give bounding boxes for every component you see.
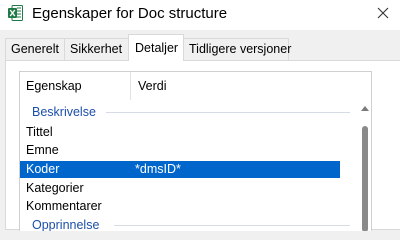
tab-tidligere-versjoner[interactable]: Tidligere versjoner	[183, 38, 291, 60]
tab-generelt[interactable]: Generelt	[5, 38, 65, 60]
property-name: Koder	[26, 162, 60, 176]
close-icon	[377, 7, 389, 19]
properties-list[interactable]: Egenskap Verdi Beskrivelse Tittel Emne K…	[19, 71, 372, 231]
group-divider	[106, 112, 350, 113]
column-header-egenskap[interactable]: Egenskap	[20, 72, 131, 100]
close-button[interactable]	[366, 0, 400, 26]
tab-strip: Generelt Sikkerhet Detaljer Tidligere ve…	[0, 34, 400, 61]
property-row-tittel[interactable]: Tittel	[20, 124, 340, 141]
scroll-up-arrow-icon[interactable]	[361, 106, 369, 111]
group-divider	[114, 225, 350, 226]
title-bar: Egenskaper for Doc structure	[0, 0, 400, 30]
details-panel: Egenskap Verdi Beskrivelse Tittel Emne K…	[5, 60, 400, 231]
tab-detaljer[interactable]: Detaljer	[128, 34, 184, 61]
column-headers: Egenskap Verdi	[20, 72, 371, 100]
group-header-beskrivelse[interactable]: Beskrivelse	[20, 103, 350, 121]
column-header-verdi[interactable]: Verdi	[132, 72, 332, 100]
property-name: Kategorier	[26, 181, 84, 195]
tab-sikkerhet[interactable]: Sikkerhet	[64, 38, 130, 60]
property-row-koder[interactable]: Koder *dmsID*	[20, 161, 340, 178]
excel-icon	[8, 5, 23, 21]
vertical-scrollbar[interactable]	[358, 100, 371, 231]
group-label: Beskrivelse	[32, 105, 96, 119]
scrollbar-thumb[interactable]	[362, 126, 368, 231]
property-row-kommentarer[interactable]: Kommentarer	[20, 198, 340, 215]
property-row-kategorier[interactable]: Kategorier	[20, 180, 340, 197]
group-header-opprinnelse[interactable]: Opprinnelse	[20, 216, 350, 231]
property-name: Tittel	[26, 125, 53, 139]
property-value[interactable]: *dmsID*	[135, 161, 181, 178]
window-title: Egenskaper for Doc structure	[32, 5, 228, 22]
group-label: Opprinnelse	[32, 218, 100, 231]
property-row-emne[interactable]: Emne	[20, 142, 340, 159]
property-name: Kommentarer	[26, 199, 102, 213]
property-name: Emne	[26, 143, 59, 157]
